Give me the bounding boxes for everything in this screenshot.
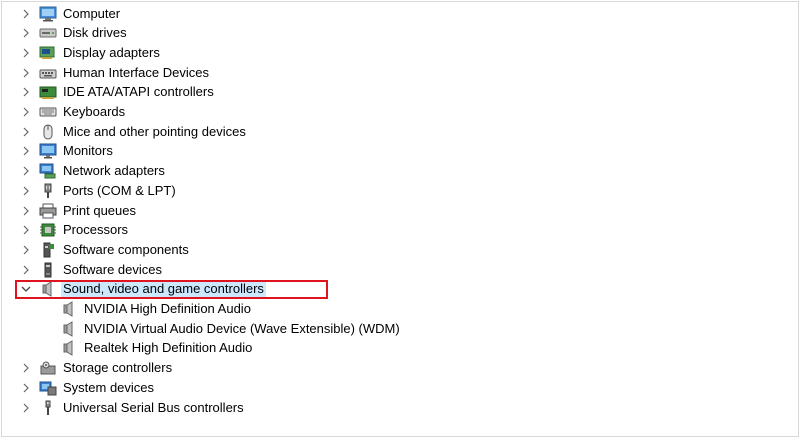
tree-category-software-components[interactable]: Software components xyxy=(2,240,792,260)
display-adapter-icon xyxy=(39,45,57,61)
tree-item-label: Computer xyxy=(63,5,121,21)
monitor-icon xyxy=(39,143,57,159)
tree-item-label: Network adapters xyxy=(63,163,165,179)
tree-item-label: IDE ATA/ATAPI controllers xyxy=(63,84,214,100)
tree-item-label: Disk drives xyxy=(63,25,127,41)
tree-category-software-devices[interactable]: Software devices xyxy=(2,260,792,280)
tree-category-system-devices[interactable]: System devices xyxy=(2,378,792,398)
software-device-icon xyxy=(39,262,57,278)
tree-item-label: System devices xyxy=(63,379,155,395)
ide-controller-icon xyxy=(39,84,57,100)
tree-item-label: Software devices xyxy=(63,261,162,277)
tree-child-item-realtek-high-definition-audio[interactable]: Realtek High Definition Audio xyxy=(2,338,792,358)
tree-item-label: Processors xyxy=(63,222,129,238)
software-component-icon xyxy=(39,242,57,258)
usb-icon xyxy=(39,400,57,416)
chevron-right-icon[interactable] xyxy=(18,183,34,199)
network-adapter-icon xyxy=(39,163,57,179)
chevron-right-icon[interactable] xyxy=(18,380,34,396)
tree-item-label: Ports (COM & LPT) xyxy=(63,182,176,198)
speaker-icon xyxy=(39,281,57,298)
tree-item-label: Monitors xyxy=(63,143,113,159)
chevron-right-icon[interactable] xyxy=(18,163,34,179)
tree-category-human-interface-devices[interactable]: Human Interface Devices xyxy=(2,63,792,83)
chevron-right-icon[interactable] xyxy=(18,104,34,120)
mouse-icon xyxy=(39,124,57,140)
tree-item-label: NVIDIA High Definition Audio xyxy=(84,301,251,316)
chevron-right-icon[interactable] xyxy=(18,143,34,159)
tree-category-storage-controllers[interactable]: Storage controllers xyxy=(2,358,792,378)
tree-child-item-nvidia-high-definition-audio[interactable]: NVIDIA High Definition Audio xyxy=(2,299,792,319)
tree-item-label: Print queues xyxy=(63,202,136,218)
tree-item-label: Keyboards xyxy=(63,104,126,119)
tree-item-label: Realtek High Definition Audio xyxy=(84,340,253,356)
tree-category-ide-ata-atapi-controllers[interactable]: IDE ATA/ATAPI controllers xyxy=(2,82,792,102)
tree-item-label: Mice and other pointing devices xyxy=(63,123,246,139)
chevron-right-icon[interactable] xyxy=(18,242,34,258)
device-manager-tree-view: Computer Disk drives Display adapters Human… xyxy=(1,1,799,437)
keyboard-icon xyxy=(39,104,57,120)
chevron-right-icon[interactable] xyxy=(18,203,34,219)
chevron-right-icon[interactable] xyxy=(18,262,34,278)
tree-item-label: NVIDIA Virtual Audio Device (Wave Extens… xyxy=(84,320,400,336)
chevron-right-icon[interactable] xyxy=(18,6,34,22)
tree-category-disk-drives[interactable]: Disk drives xyxy=(2,23,792,43)
chevron-right-icon[interactable] xyxy=(18,400,34,416)
tree-category-network-adapters[interactable]: Network adapters xyxy=(2,161,792,181)
chevron-right-icon[interactable] xyxy=(18,45,34,61)
chevron-right-icon[interactable] xyxy=(18,222,34,238)
tree-category-print-queues[interactable]: Print queues xyxy=(2,201,792,221)
storage-controller-icon xyxy=(39,360,57,376)
port-icon xyxy=(39,183,57,199)
tree-category-ports-com-lpt[interactable]: Ports (COM & LPT) xyxy=(2,181,792,201)
tree-item-label: Display adapters xyxy=(63,44,160,60)
tree-category-keyboards[interactable]: Keyboards xyxy=(2,102,792,122)
tree-category-universal-serial-bus-controllers[interactable]: Universal Serial Bus controllers xyxy=(2,398,792,418)
tree-category-sound-video-and-game-controllers[interactable]: Sound, video and game controllers xyxy=(2,279,792,299)
speaker-icon xyxy=(60,340,78,357)
tree-item-label: Sound, video and game controllers xyxy=(61,280,266,299)
tree-category-computer[interactable]: Computer xyxy=(2,4,792,24)
speaker-icon xyxy=(60,320,78,337)
tree-item-label: Storage controllers xyxy=(63,360,173,376)
tree-category-display-adapters[interactable]: Display adapters xyxy=(2,43,792,63)
printer-icon xyxy=(39,203,57,219)
chevron-down-icon[interactable] xyxy=(18,281,34,297)
tree-category-monitors[interactable]: Monitors xyxy=(2,141,792,161)
chevron-right-icon[interactable] xyxy=(18,25,34,41)
hid-icon xyxy=(39,65,57,81)
chevron-right-icon[interactable] xyxy=(18,84,34,100)
tree-item-label: Software components xyxy=(63,241,189,257)
processor-icon xyxy=(39,222,57,238)
computer-icon xyxy=(39,6,57,22)
disk-drive-icon xyxy=(39,25,57,41)
tree-item-label: Human Interface Devices xyxy=(63,64,209,80)
tree-item-label: Universal Serial Bus controllers xyxy=(63,399,244,415)
tree-child-item-nvidia-virtual-audio-device-wave-extensible-wdm[interactable]: NVIDIA Virtual Audio Device (Wave Extens… xyxy=(2,319,792,339)
chevron-right-icon[interactable] xyxy=(18,360,34,376)
speaker-icon xyxy=(60,301,78,317)
system-device-icon xyxy=(39,380,57,396)
chevron-right-icon[interactable] xyxy=(18,124,34,140)
chevron-right-icon[interactable] xyxy=(18,65,34,81)
tree-category-processors[interactable]: Processors xyxy=(2,220,792,240)
tree-category-mice-and-other-pointing-devices[interactable]: Mice and other pointing devices xyxy=(2,122,792,142)
